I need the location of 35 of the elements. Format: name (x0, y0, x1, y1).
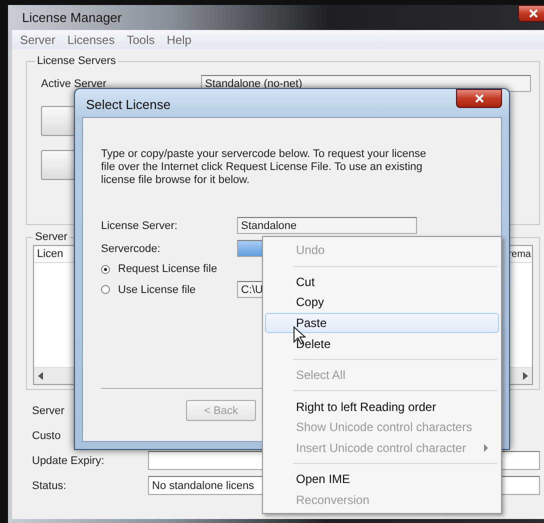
right-arrow-icon (523, 372, 528, 380)
menu-item[interactable]: Help (166, 32, 192, 46)
dialog-title: Select License (85, 96, 171, 112)
menu-item[interactable]: Server (20, 32, 56, 46)
close-icon (528, 9, 538, 18)
field-label: Server (31, 404, 66, 416)
field-label: Status: (31, 480, 68, 492)
menu-item[interactable]: Licenses (67, 32, 115, 46)
submenu-arrow-icon (484, 444, 488, 452)
close-icon (474, 94, 484, 103)
menu-item[interactable]: Paste (265, 312, 499, 334)
group-label: License Servers (36, 55, 117, 67)
close-button[interactable] (456, 89, 502, 108)
menu-item[interactable]: Right to left Reading order (265, 396, 499, 417)
window-title: License Manager (21, 10, 122, 25)
left-arrow-icon (38, 372, 43, 380)
menu-item[interactable]: Cut (265, 271, 499, 292)
menu-item[interactable]: Delete (265, 333, 499, 354)
radio-button[interactable] (101, 285, 110, 294)
group-label: Server (34, 231, 68, 243)
instruction-text: Type or copy/paste your servercode below. To request your license file over the Internet click Request License File. To use an existing license file browse for it below. (101, 148, 428, 187)
menu-item[interactable]: Tools (126, 32, 155, 46)
menu-item[interactable]: Copy (265, 292, 499, 313)
server-field[interactable]: Standalone (237, 217, 417, 234)
field-label: Active Server (40, 78, 108, 90)
close-button[interactable] (518, 5, 544, 22)
column-header[interactable]: Licen (34, 248, 66, 260)
field-label: Servercode: (101, 242, 162, 254)
radio-button[interactable] (101, 264, 110, 274)
radio-label[interactable]: Use License file (118, 284, 196, 296)
field-label: Custo (31, 430, 62, 442)
menu-item[interactable]: Open IME (265, 468, 499, 490)
field-label: Update Expiry: (31, 454, 106, 466)
field-label: License Server: (101, 220, 178, 232)
radio-label[interactable]: Request License file (118, 263, 218, 275)
